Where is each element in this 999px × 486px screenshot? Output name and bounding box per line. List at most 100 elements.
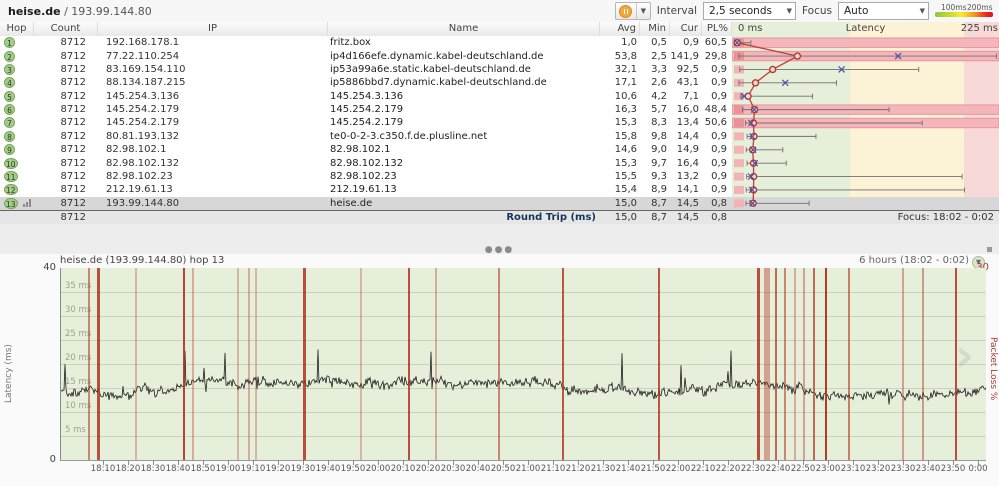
cur-cell: 7,1 <box>683 90 699 102</box>
header-ip: IP <box>98 22 328 36</box>
pl-cell: 0,8 <box>711 197 727 209</box>
pause-dropdown-button[interactable]: ▼ <box>635 3 650 19</box>
avg-cell: 15,4 <box>614 184 637 196</box>
time-range-selector[interactable]: 6 hours (18:02 - 0:02) <box>859 255 969 266</box>
hop-row-1[interactable]: 1 8712 192.168.178.1 fritz.box 1,0 0,5 0,9 60,5 <box>0 36 999 49</box>
hop-number-badge: 10 <box>4 157 18 169</box>
packet-loss-event <box>784 268 787 460</box>
cur-cell: 14,5 <box>676 197 699 209</box>
hop-row-7[interactable]: 7 8712 145.254.2.179 145.254.2.179 15,3 8,3 13… <box>0 116 999 129</box>
name-cell: ip4d166efe.dynamic.kabel-deutschland.de <box>330 50 544 62</box>
focus-select[interactable]: Auto ▼ <box>838 2 929 20</box>
round-trip-label: Round Trip (ms) <box>506 212 596 223</box>
hop-number-badge: 2 <box>4 50 15 62</box>
avg-cell: 32,1 <box>614 63 637 75</box>
hop-row-6[interactable]: 6 8712 145.254.2.179 145.254.2.179 16,3 5,7 16… <box>0 103 999 116</box>
name-cell: heise.de <box>330 197 373 209</box>
cur-cell: 16,0 <box>676 104 699 116</box>
hop-row-5[interactable]: 5 8712 145.254.3.136 145.254.3.136 10,6 4,2 7,… <box>0 90 999 103</box>
cur-cell: 13,4 <box>676 117 699 129</box>
count-cell: 8712 <box>60 170 86 182</box>
hop-row-13[interactable]: 13 8712 193.99.144.80 heise.de 15,0 8,7 14,5 0,… <box>0 196 999 210</box>
min-cell: 8,3 <box>651 117 667 129</box>
avg-cell: 53,8 <box>614 50 637 62</box>
chevron-down-icon: ▼ <box>919 7 925 15</box>
packet-loss-event <box>97 268 101 460</box>
hop-row-8[interactable]: 8 8712 80.81.193.132 te0-0-2-3.c350.f.de.pl… <box>0 130 999 143</box>
ip-cell: 193.99.144.80 <box>106 197 180 209</box>
splitter-handle[interactable]: ●●● <box>485 246 515 255</box>
footer-pl: 0,8 <box>711 212 727 223</box>
name-cell: ip53a99a6e.static.kabel-deutschland.de <box>330 63 531 75</box>
target-ip: 193.99.144.80 <box>71 4 152 18</box>
hop-number-badge: 5 <box>4 90 15 102</box>
pl-cell: 0,9 <box>711 63 727 75</box>
avg-cell: 15,0 <box>614 197 637 209</box>
target-sep: / <box>60 4 72 18</box>
pl-cell: 29,8 <box>704 50 727 62</box>
hop-cell: 3 <box>0 63 34 76</box>
packet-loss-event <box>824 268 827 460</box>
packet-loss-event <box>255 268 258 460</box>
min-cell: 9,8 <box>651 130 667 142</box>
header-min: Min <box>640 22 670 36</box>
pause-button[interactable] <box>616 3 636 19</box>
min-cell: 8,7 <box>651 197 667 209</box>
hop-number-badge: 8 <box>4 130 15 142</box>
interval-select[interactable]: 2,5 seconds ▼ <box>703 2 796 20</box>
hop-number-badge: 4 <box>4 77 15 89</box>
ip-cell: 145.254.2.179 <box>106 104 180 116</box>
count-cell: 8712 <box>60 144 86 156</box>
avg-cell: 10,6 <box>614 90 637 102</box>
y-axis-min-label: 0 <box>49 454 56 465</box>
hop-row-11[interactable]: 11 8712 82.98.102.23 82.98.102.23 15,5 9,3 13,… <box>0 170 999 183</box>
hop-cell: 2 <box>0 49 34 62</box>
ip-cell: 192.168.178.1 <box>106 37 180 49</box>
footer-min: 8,7 <box>651 212 667 223</box>
min-cell: 5,7 <box>651 104 667 116</box>
hop-cell: 4 <box>0 76 34 89</box>
hop-row-4[interactable]: 4 8712 88.134.187.215 ip5886bbd7.dynamic.ka… <box>0 76 999 89</box>
hop-row-12[interactable]: 12 8712 212.19.61.13 212.19.61.13 15,4 8,9 14,… <box>0 183 999 196</box>
hop-row-3[interactable]: 3 8712 83.169.154.110 ip53a99a6e.static.kab… <box>0 63 999 76</box>
timeline-plot-area[interactable]: › 35 ms 30 ms 25 ms 20 ms 15 ms 10 ms 5 ms <box>60 268 986 461</box>
count-cell: 8712 <box>60 90 86 102</box>
hop-cell: 12 <box>0 183 34 196</box>
y-axis-max-label: 40 <box>43 262 56 273</box>
cur-cell: 141,9 <box>670 50 699 62</box>
hop-row-2[interactable]: 2 8712 77.22.110.254 ip4d166efe.dynamic.kab… <box>0 49 999 62</box>
header-avg: Avg <box>600 22 640 36</box>
target-title: heise.de / 193.99.144.80 <box>8 5 152 18</box>
scroll-right-chevron[interactable]: › <box>955 328 974 382</box>
hop-number-badge: 6 <box>4 104 15 116</box>
min-cell: 2,6 <box>651 77 667 89</box>
packet-loss-event <box>498 268 501 460</box>
hop-row-10[interactable]: 10 8712 82.98.102.132 82.98.102.132 15,3 9,7 1… <box>0 156 999 169</box>
ip-cell: 82.98.102.1 <box>106 144 167 156</box>
min-cell: 0,5 <box>651 37 667 49</box>
count-cell: 8712 <box>60 157 86 169</box>
pl-cell: 48,4 <box>704 104 727 116</box>
timeline-panel: heise.de (193.99.144.80) hop 13 6 hours … <box>0 254 999 486</box>
packet-loss-event <box>763 268 770 460</box>
panel-corner-icon[interactable] <box>987 247 992 252</box>
packet-loss-event <box>922 268 925 460</box>
timeline-title: heise.de (193.99.144.80) hop 13 <box>60 255 225 266</box>
cur-cell: 14,1 <box>676 184 699 196</box>
packet-loss-event <box>183 268 186 460</box>
plot-gridline-label: 5 ms <box>65 425 86 435</box>
table-header: Hop Count IP Name Avg Min Cur PL% 0 ms L… <box>0 22 999 36</box>
name-cell: 145.254.2.179 <box>330 117 404 129</box>
packet-loss-event <box>247 268 250 460</box>
name-cell: 145.254.3.136 <box>330 90 404 102</box>
header-cur: Cur <box>670 22 702 36</box>
hop-number-badge: 13 <box>4 197 18 209</box>
hop-number-badge: 11 <box>4 170 18 182</box>
ip-cell: 77.22.110.254 <box>106 50 180 62</box>
pl-cell: 60,5 <box>704 37 727 49</box>
chevron-down-icon: ▼ <box>786 7 792 15</box>
name-cell: ip5886bbd7.dynamic.kabel-deutschland.de <box>330 77 547 89</box>
avg-cell: 17,1 <box>614 77 637 89</box>
hop-row-9[interactable]: 9 8712 82.98.102.1 82.98.102.1 14,6 9,0 14,9 0,… <box>0 143 999 156</box>
header-pl: PL% <box>702 22 732 36</box>
